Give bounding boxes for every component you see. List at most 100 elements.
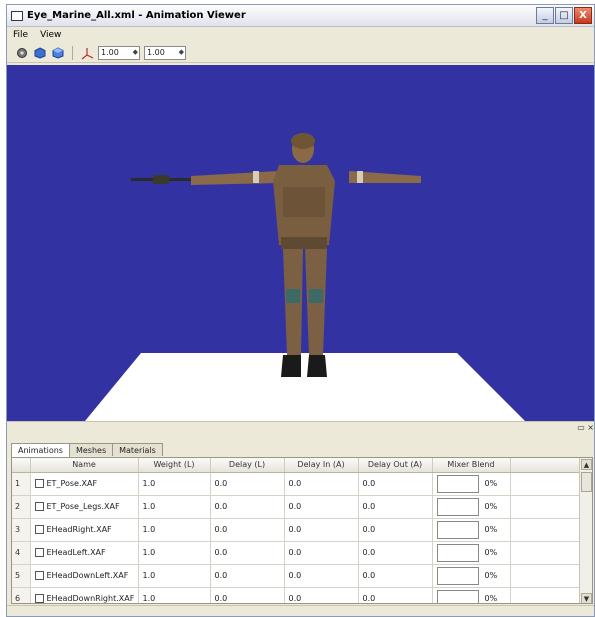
weight-cell[interactable]: 1.0 [138,518,211,542]
delay-out-cell[interactable]: 0.0 [358,564,433,588]
delay-in-cell[interactable]: 0.0 [284,472,359,496]
mixer-blend-slider[interactable] [436,543,479,562]
col-header-delay-in[interactable]: Delay In (A) [284,458,359,473]
dock-float-icon[interactable]: ▭ × [577,423,594,432]
window-controls: _ □ X [536,7,592,24]
table-header-row: Name Weight (L) Delay (L) Delay In (A) D… [12,458,581,473]
spinbox-2-arrows-icon[interactable]: ◆ [179,48,184,56]
app-window: Eye_Marine_All.xml - Animation Viewer _ … [6,4,595,617]
tab-materials[interactable]: Materials [112,443,163,456]
enable-checkbox[interactable] [34,594,44,603]
enable-checkbox[interactable] [34,548,44,557]
delay-in-cell[interactable]: 0.0 [284,541,359,565]
col-header-weight[interactable]: Weight (L) [138,458,211,473]
tab-animations[interactable]: Animations [11,443,70,457]
col-header-delay[interactable]: Delay (L) [210,458,285,473]
animation-name: ET_Pose_Legs.XAF [46,502,120,511]
close-button[interactable]: X [574,7,592,24]
delay-out-cell[interactable]: 0.0 [358,495,433,519]
mixer-blend-slider[interactable] [436,497,479,516]
delay-out-cell[interactable]: 0.0 [358,541,433,565]
animation-name: EHeadLeft.XAF [46,548,106,557]
textured-icon[interactable] [51,46,65,60]
table-row[interactable]: 6 EHeadDownRight.XAF 1.0 0.0 0.0 0.0 0% [12,587,581,603]
spinbox-1[interactable]: 1.00 ◆ [98,45,140,60]
menu-view[interactable]: View [40,30,61,40]
weight-cell[interactable]: 1.0 [138,587,211,603]
vertical-scrollbar[interactable]: ▲ ▼ [579,458,592,603]
delay-out-cell[interactable]: 0.0 [358,587,433,603]
row-number: 5 [12,564,31,588]
toolbar: 1.00 ◆ 1.00 ◆ [7,43,594,63]
mixer-blend-value: 0% [484,502,498,511]
title-bar[interactable]: Eye_Marine_All.xml - Animation Viewer _ … [7,5,594,27]
enable-checkbox[interactable] [34,571,44,580]
table-row[interactable]: 3 EHeadRight.XAF 1.0 0.0 0.0 0.0 0% [12,518,581,542]
enable-checkbox[interactable] [34,525,44,534]
weight-cell[interactable]: 1.0 [138,564,211,588]
delay-in-cell[interactable]: 0.0 [284,495,359,519]
spinbox-2[interactable]: 1.00 ◆ [144,45,186,60]
animation-name-cell: ET_Pose_Legs.XAF [30,495,139,519]
delay-cell[interactable]: 0.0 [210,495,285,519]
mixer-blend-slider[interactable] [436,566,479,585]
weight-cell[interactable]: 1.0 [138,495,211,519]
3d-viewport[interactable] [7,65,594,421]
table-row[interactable]: 4 EHeadLeft.XAF 1.0 0.0 0.0 0.0 0% [12,541,581,565]
scroll-thumb[interactable] [581,472,592,492]
delay-in-cell[interactable]: 0.0 [284,518,359,542]
tab-meshes[interactable]: Meshes [68,443,114,456]
weight-cell[interactable]: 1.0 [138,472,211,496]
enable-checkbox[interactable] [34,502,44,511]
delay-cell[interactable]: 0.0 [210,472,285,496]
mixer-blend-slider[interactable] [436,520,479,539]
mixer-blend-cell: 0% [432,518,511,542]
wireframe-icon[interactable] [15,46,29,60]
floor-plane [85,353,525,421]
animation-name-cell: EHeadDownRight.XAF [30,587,139,603]
scroll-up-icon[interactable]: ▲ [581,459,592,470]
delay-cell[interactable]: 0.0 [210,541,285,565]
spinbox-2-value: 1.00 [147,48,165,57]
delay-in-cell[interactable]: 0.0 [284,587,359,603]
mixer-blend-cell: 0% [432,541,511,565]
weight-cell[interactable]: 1.0 [138,541,211,565]
table-row[interactable]: 5 EHeadDownLeft.XAF 1.0 0.0 0.0 0.0 0% [12,564,581,588]
axis-icon[interactable] [80,46,94,60]
mixer-blend-slider[interactable] [436,589,479,603]
table-row[interactable]: 1 ET_Pose.XAF 1.0 0.0 0.0 0.0 0% [12,472,581,496]
enable-checkbox[interactable] [34,479,44,488]
menu-file[interactable]: File [13,30,28,40]
delay-out-cell[interactable]: 0.0 [358,518,433,542]
mixer-blend-slider[interactable] [436,474,479,493]
table-row[interactable]: 2 ET_Pose_Legs.XAF 1.0 0.0 0.0 0.0 0% [12,495,581,519]
col-header-index[interactable] [12,458,31,473]
dock-title-bar[interactable]: ▭ × [7,421,594,435]
animation-name-cell: EHeadRight.XAF [30,518,139,542]
empty-cell [510,541,581,565]
animations-table: Name Weight (L) Delay (L) Delay In (A) D… [11,457,593,604]
delay-cell[interactable]: 0.0 [210,587,285,603]
delay-cell[interactable]: 0.0 [210,518,285,542]
col-header-name[interactable]: Name [30,458,139,473]
col-header-mixer-blend[interactable]: Mixer Blend [432,458,511,473]
minimize-button[interactable]: _ [536,7,554,24]
delay-in-cell[interactable]: 0.0 [284,564,359,588]
app-icon [11,10,23,21]
spinbox-1-arrows-icon[interactable]: ◆ [133,48,138,56]
maximize-button[interactable]: □ [555,7,573,24]
empty-cell [510,564,581,588]
scroll-down-icon[interactable]: ▼ [581,593,592,603]
col-header-delay-out[interactable]: Delay Out (A) [358,458,433,473]
animation-name: ET_Pose.XAF [46,479,98,488]
animation-name-cell: EHeadLeft.XAF [30,541,139,565]
delay-cell[interactable]: 0.0 [210,564,285,588]
empty-cell [510,518,581,542]
row-number: 3 [12,518,31,542]
delay-out-cell[interactable]: 0.0 [358,472,433,496]
spinbox-1-value: 1.00 [101,48,119,57]
empty-cell [510,587,581,603]
solid-shaded-icon[interactable] [33,46,47,60]
animation-name-cell: EHeadDownLeft.XAF [30,564,139,588]
mixer-blend-cell: 0% [432,564,511,588]
